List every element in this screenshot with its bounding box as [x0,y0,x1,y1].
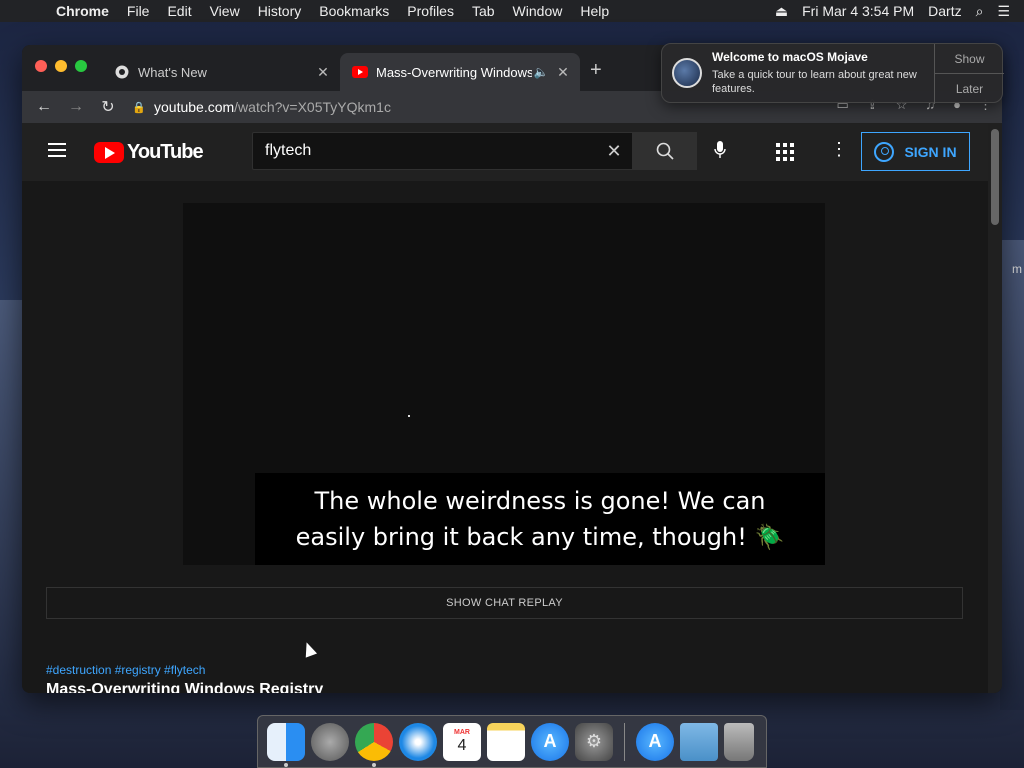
video-hashtags[interactable]: #destruction #registry #flytech [46,663,205,677]
menu-tab[interactable]: Tab [472,3,495,19]
address-bar[interactable]: 🔒 youtube.com /watch?v=X05TyYQkm1c [132,94,692,120]
scrollbar-thumb[interactable] [991,129,999,225]
chrome-favicon-icon [114,64,130,80]
app-store-download-icon[interactable]: A [636,722,674,761]
microphone-icon[interactable] [714,141,726,164]
clear-search-icon[interactable]: ✕ [596,141,632,162]
safari-icon[interactable] [399,722,437,761]
youtube-play-logo-icon [94,142,124,163]
sign-in-label: SIGN IN [904,143,957,160]
launchpad-icon[interactable] [311,722,349,761]
notification-show-button[interactable]: Show [935,44,1004,74]
search-input[interactable] [265,142,596,160]
watch-page-content: The whole weirdness is gone! We can easi… [22,181,988,693]
caption-line-1: The whole weirdness is gone! We can [314,487,766,515]
lock-icon[interactable]: 🔒 [132,101,146,114]
menu-profiles[interactable]: Profiles [407,3,454,19]
trash-icon[interactable] [724,722,754,761]
youtube-header: YouTube ✕ ⋮ SIGN IN [22,123,988,181]
url-path: /watch?v=X05TyYQkm1c [234,99,391,115]
menu-app-name[interactable]: Chrome [56,3,109,19]
reload-icon[interactable]: ↻ [92,97,124,117]
account-icon [874,141,895,162]
running-indicator [284,762,288,767]
video-caption: The whole weirdness is gone! We can easi… [255,473,825,565]
page-scrollbar[interactable] [988,123,1002,693]
minimize-window-button[interactable] [55,60,67,72]
notification-center-icon[interactable]: ☰ [997,3,1010,20]
tab-label: Mass-Overwriting Windows [376,64,532,80]
apps-grid-icon[interactable] [776,143,794,161]
video-player[interactable]: The whole weirdness is gone! We can easi… [183,203,825,565]
running-indicator [372,762,376,767]
calendar-day: 4 [457,736,467,754]
video-title: Mass-Overwriting Windows Registry [46,681,324,693]
mojave-app-icon [672,58,702,88]
menu-clock[interactable]: Fri Mar 4 3:54 PM [802,3,914,19]
menu-view[interactable]: View [210,3,240,19]
notification-body: Take a quick tour to learn about great n… [712,69,917,95]
youtube-favicon-icon [352,64,368,80]
menu-bookmarks[interactable]: Bookmarks [319,3,389,19]
spotlight-icon[interactable]: ⌕ [976,3,984,20]
chrome-icon[interactable] [355,722,393,767]
dock-separator [624,722,625,761]
caption-line-2: easily bring it back any time, though! 🪲 [295,523,785,551]
menu-help[interactable]: Help [580,3,609,19]
close-tab-icon[interactable]: ✕ [314,64,332,81]
close-tab-icon[interactable]: ✕ [554,64,572,81]
system-preferences-icon[interactable]: ⚙ [575,722,613,761]
new-tab-button[interactable]: + [590,59,602,82]
search-icon [656,142,674,160]
hamburger-menu-icon[interactable] [48,143,66,157]
url-host: youtube.com [154,99,235,115]
app-store-icon[interactable]: A [531,722,569,761]
video-frame-dot [408,415,410,417]
dock: MAR 4 A ⚙ A [257,715,767,768]
wallpaper-right [1000,240,1024,710]
back-arrow-icon[interactable]: ← [28,98,60,116]
desktop-partial-text: m [1012,262,1022,276]
calendar-icon[interactable]: MAR 4 [443,722,481,761]
downloads-folder-icon[interactable] [680,722,718,761]
show-chat-replay-button[interactable]: SHOW CHAT REPLAY [46,587,963,619]
search-button[interactable] [633,132,697,170]
search-box: ✕ [252,132,633,170]
tab-whats-new[interactable]: What's New ✕ [102,53,340,91]
sign-in-button[interactable]: SIGN IN [861,132,970,171]
menu-bar: Chrome File Edit View History Bookmarks … [0,0,1024,22]
menu-user[interactable]: Dartz [928,3,961,19]
youtube-wordmark: YouTube [127,141,204,163]
chrome-window: What's New ✕ Mass-Overwriting Windows 🔈 … [22,45,1002,693]
youtube-logo[interactable]: YouTube [94,141,204,164]
tab-youtube-active[interactable]: Mass-Overwriting Windows 🔈 ✕ [340,53,580,91]
calendar-month: MAR [454,728,470,736]
settings-more-icon[interactable]: ⋮ [830,139,848,160]
close-window-button[interactable] [35,60,47,72]
forward-arrow-icon[interactable]: → [60,98,92,116]
notification-actions: Show Later [934,44,1004,104]
notification-title: Welcome to macOS Mojave [712,50,868,64]
eject-icon[interactable]: ⏏ [775,3,788,20]
menu-file[interactable]: File [127,3,150,19]
tab-label: What's New [138,64,207,80]
notes-icon[interactable] [487,722,525,761]
finder-icon[interactable] [267,722,305,767]
audio-playing-icon[interactable]: 🔈 [532,65,550,79]
menu-window[interactable]: Window [513,3,563,19]
mojave-notification[interactable]: Welcome to macOS Mojave Take a quick tou… [661,43,1004,104]
menu-history[interactable]: History [258,3,302,19]
notification-later-button[interactable]: Later [935,74,1004,104]
menu-edit[interactable]: Edit [167,3,191,19]
zoom-window-button[interactable] [75,60,87,72]
